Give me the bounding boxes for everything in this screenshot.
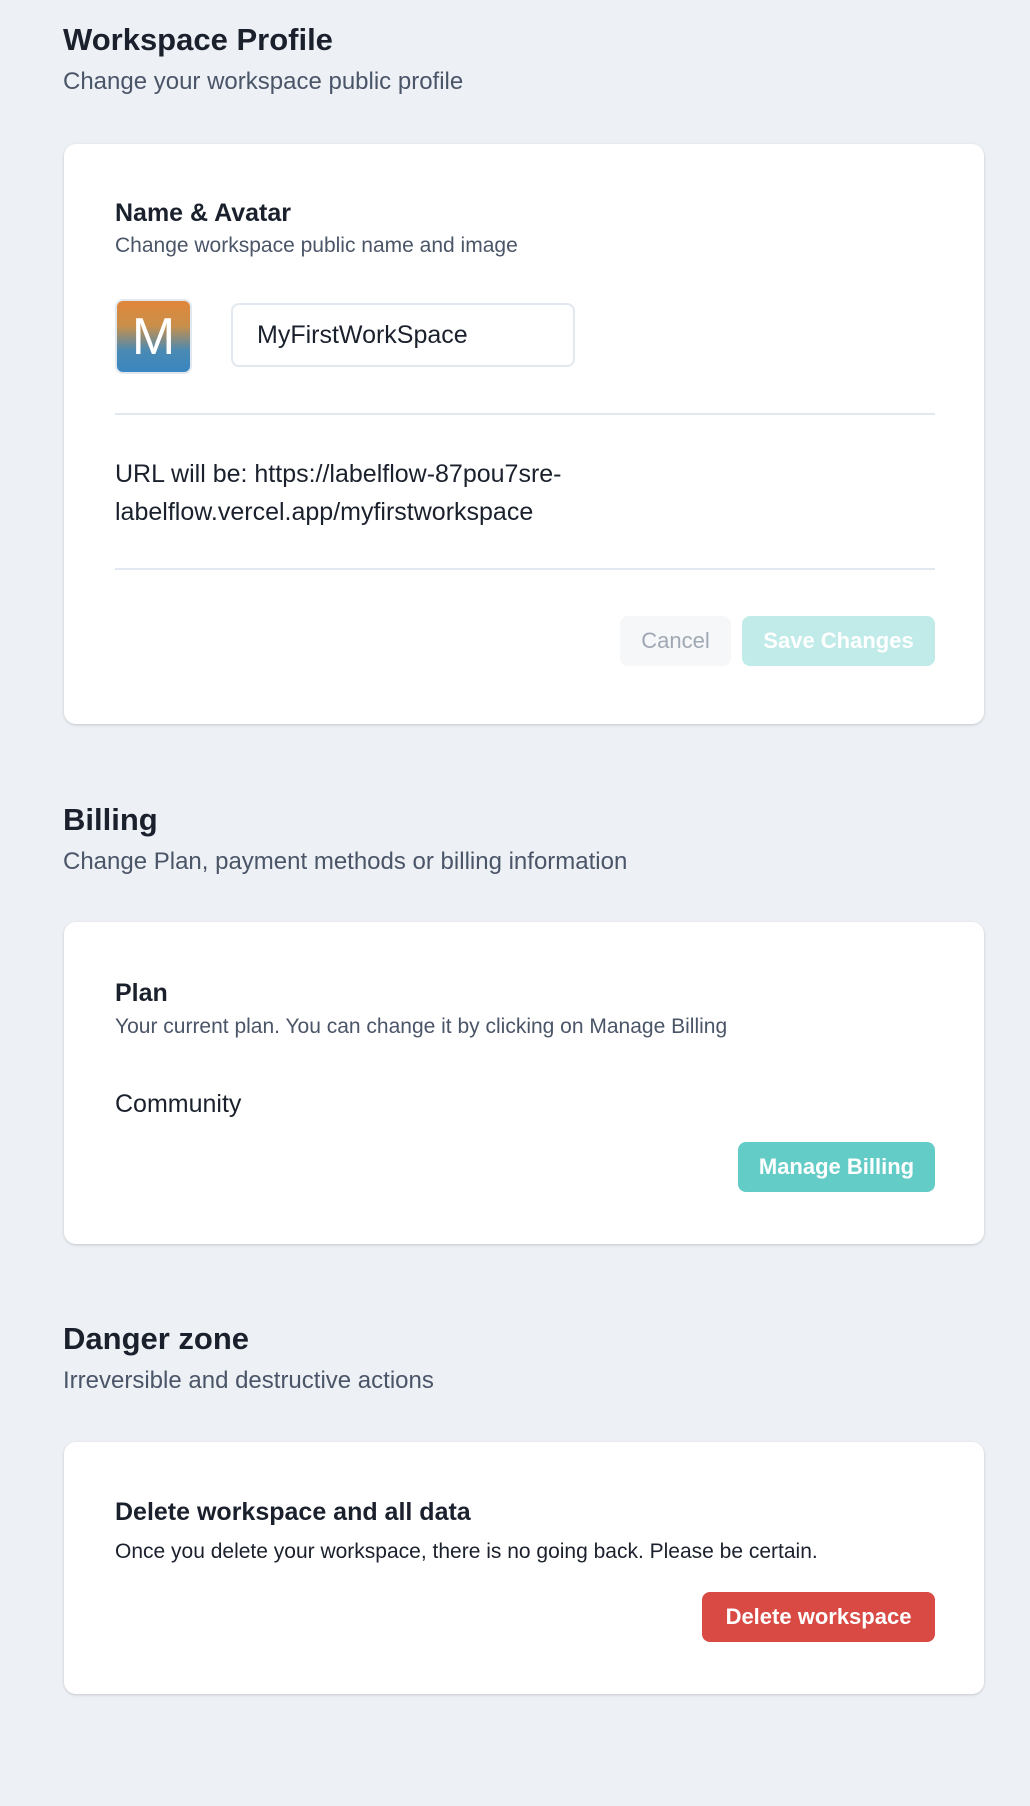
billing-section-header: Billing Change Plan, payment methods or … — [63, 800, 627, 878]
plan-title: Plan — [115, 979, 168, 1007]
profile-section-header: Workspace Profile Change your workspace … — [63, 20, 463, 98]
workspace-avatar[interactable]: M — [115, 299, 192, 374]
profile-section-subtitle: Change your workspace public profile — [63, 68, 464, 95]
avatar-letter: M — [131, 307, 176, 366]
billing-section-title: Billing — [63, 802, 158, 837]
divider-bottom — [115, 568, 935, 570]
name-avatar-title: Name & Avatar — [115, 199, 292, 227]
workspace-name-input[interactable] — [231, 303, 575, 367]
plan-subtitle: Your current plan. You can change it by … — [115, 1015, 728, 1038]
danger-section-subtitle: Irreversible and destructive actions — [63, 1367, 434, 1394]
danger-section-title: Danger zone — [63, 1321, 250, 1356]
delete-workspace-title: Delete workspace and all data — [115, 1498, 471, 1526]
profile-section-title: Workspace Profile — [63, 22, 333, 57]
danger-section-header: Danger zone Irreversible and destructive… — [63, 1319, 434, 1397]
manage-billing-button[interactable]: Manage Billing — [738, 1142, 935, 1192]
plan-card: Plan Your current plan. You can change i… — [64, 922, 984, 1244]
billing-section-subtitle: Change Plan, payment methods or billing … — [63, 848, 628, 875]
delete-workspace-card: Delete workspace and all data Once you d… — [64, 1442, 984, 1694]
cancel-button[interactable]: Cancel — [620, 616, 731, 666]
name-avatar-card: Name & Avatar Change workspace public na… — [64, 144, 984, 724]
delete-workspace-subtitle: Once you delete your workspace, there is… — [115, 1540, 818, 1563]
name-avatar-subtitle: Change workspace public name and image — [115, 234, 518, 257]
workspace-url-text: URL will be: https://labelflow-87pou7sre… — [115, 460, 562, 526]
current-plan-value: Community — [115, 1090, 242, 1118]
divider-top — [115, 413, 935, 415]
delete-workspace-button[interactable]: Delete workspace — [702, 1592, 935, 1642]
save-changes-button[interactable]: Save Changes — [742, 616, 935, 666]
